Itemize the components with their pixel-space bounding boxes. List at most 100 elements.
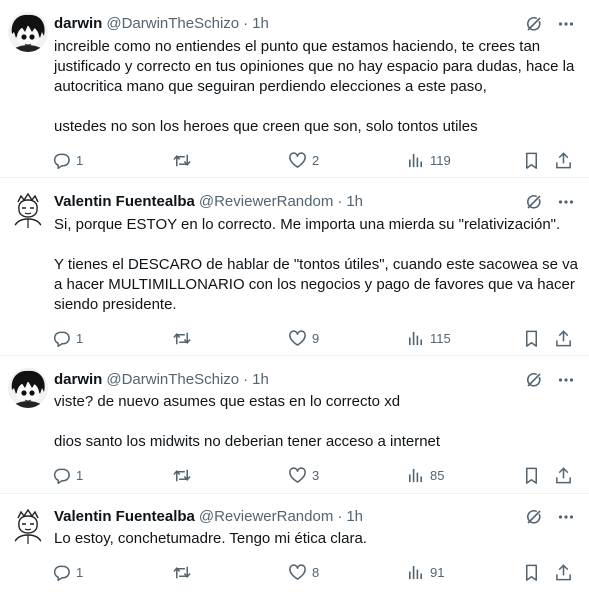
retweet-button[interactable] [172,328,197,348]
reply-button[interactable]: 1 [52,150,83,170]
display-name[interactable]: Valentin Fuentealba [54,507,195,527]
views-icon [406,151,425,170]
bookmark-icon [522,563,541,582]
display-name[interactable]: darwin [54,14,102,34]
retweet-button[interactable] [172,465,197,485]
tweet-header: darwin @DarwinTheSchizo · 1h [54,370,575,390]
heart-icon [288,466,307,485]
tweet-text: increible como no entiendes el punto que… [54,37,579,137]
share-icon [554,151,573,170]
like-count: 3 [312,467,320,483]
heart-icon [288,151,307,170]
tweet-paragraph: Lo estoy, conchetumadre. Tengo mi ética … [54,530,367,547]
views-count: 119 [430,152,451,168]
reply-button[interactable]: 1 [52,465,83,485]
display-name[interactable]: darwin [54,370,102,390]
tweet[interactable]: darwin @DarwinTheSchizo · 1h increible c… [0,0,589,178]
reply-count: 1 [76,467,84,483]
bookmark-button[interactable] [522,328,541,348]
action-bar: 1 8 91 [52,562,576,582]
bookmark-button[interactable] [522,150,541,170]
grok-icon[interactable] [525,193,543,211]
tweet-paragraph: increible como no entiendes el punto que… [54,38,575,95]
display-name[interactable]: Valentin Fuentealba [54,192,195,212]
reply-count: 1 [76,330,84,346]
views-button[interactable]: 91 [406,562,444,582]
views-icon [406,466,425,485]
like-button[interactable]: 2 [288,150,319,170]
more-icon[interactable] [557,508,575,526]
bookmark-icon [522,329,541,348]
user-handle[interactable]: @ReviewerRandom [199,192,333,212]
tweet-header: darwin @DarwinTheSchizo · 1h [54,14,575,34]
views-icon [406,563,425,582]
avatar[interactable] [8,368,48,408]
more-icon[interactable] [557,15,575,33]
user-handle[interactable]: @DarwinTheSchizo [106,14,239,34]
reply-button[interactable]: 1 [52,562,83,582]
like-count: 8 [312,564,320,580]
separator-dot: · [337,508,343,525]
reply-button[interactable]: 1 [52,328,83,348]
reply-count: 1 [76,152,84,168]
tweet-text: Lo estoy, conchetumadre. Tengo mi ética … [54,529,579,549]
tweet[interactable]: darwin @DarwinTheSchizo · 1h viste? de n… [0,356,589,494]
bookmark-button[interactable] [522,465,541,485]
tweet-paragraph: Y tienes el DESCARO de hablar de "tontos… [54,256,579,313]
views-count: 85 [430,467,445,483]
more-icon[interactable] [557,193,575,211]
grok-icon[interactable] [525,15,543,33]
share-button[interactable] [554,328,573,348]
like-button[interactable]: 9 [288,328,319,348]
tweet[interactable]: Valentin Fuentealba @ReviewerRandom · 1h… [0,178,589,356]
bookmark-icon [522,466,541,485]
retweet-button[interactable] [172,150,197,170]
separator-dot: · [243,15,249,32]
views-icon [406,329,425,348]
like-button[interactable]: 8 [288,562,319,582]
views-button[interactable]: 115 [406,328,451,348]
share-icon [554,329,573,348]
tweet-text: Si, porque ESTOY en lo correcto. Me impo… [54,215,579,315]
action-bar: 1 3 85 [52,465,576,485]
reply-icon [52,563,71,582]
bookmark-button[interactable] [522,562,541,582]
more-icon[interactable] [557,371,575,389]
retweet-icon [172,329,192,348]
tweet-paragraph: dios santo los midwits no deberian tener… [54,433,441,450]
user-handle[interactable]: @DarwinTheSchizo [106,370,239,390]
timestamp[interactable]: 1h [252,370,269,390]
separator-dot: · [337,193,343,210]
timestamp[interactable]: 1h [346,507,363,527]
share-button[interactable] [554,150,573,170]
retweet-icon [172,151,192,170]
views-button[interactable]: 119 [406,150,451,170]
views-count: 115 [430,330,451,346]
views-button[interactable]: 85 [406,465,444,485]
action-bar: 1 2 119 [52,150,576,170]
user-handle[interactable]: @ReviewerRandom [199,507,333,527]
views-count: 91 [430,564,445,580]
action-bar: 1 9 115 [52,328,576,348]
bookmark-icon [522,151,541,170]
reply-icon [52,151,71,170]
share-button[interactable] [554,465,573,485]
tweet-header: Valentin Fuentealba @ReviewerRandom · 1h [54,507,575,527]
avatar[interactable] [8,506,48,546]
retweet-button[interactable] [172,562,197,582]
tweet-paragraph: ustedes no son los heroes que creen que … [54,118,478,135]
heart-icon [288,329,307,348]
heart-icon [288,563,307,582]
timestamp[interactable]: 1h [346,192,363,212]
share-icon [554,563,573,582]
grok-icon[interactable] [525,371,543,389]
avatar[interactable] [8,190,48,230]
tweet-text: viste? de nuevo asumes que estas en lo c… [54,392,579,452]
timestamp[interactable]: 1h [252,14,269,34]
share-icon [554,466,573,485]
tweet[interactable]: Valentin Fuentealba @ReviewerRandom · 1h… [0,494,589,596]
avatar[interactable] [8,12,48,52]
share-button[interactable] [554,562,573,582]
grok-icon[interactable] [525,508,543,526]
like-button[interactable]: 3 [288,465,319,485]
